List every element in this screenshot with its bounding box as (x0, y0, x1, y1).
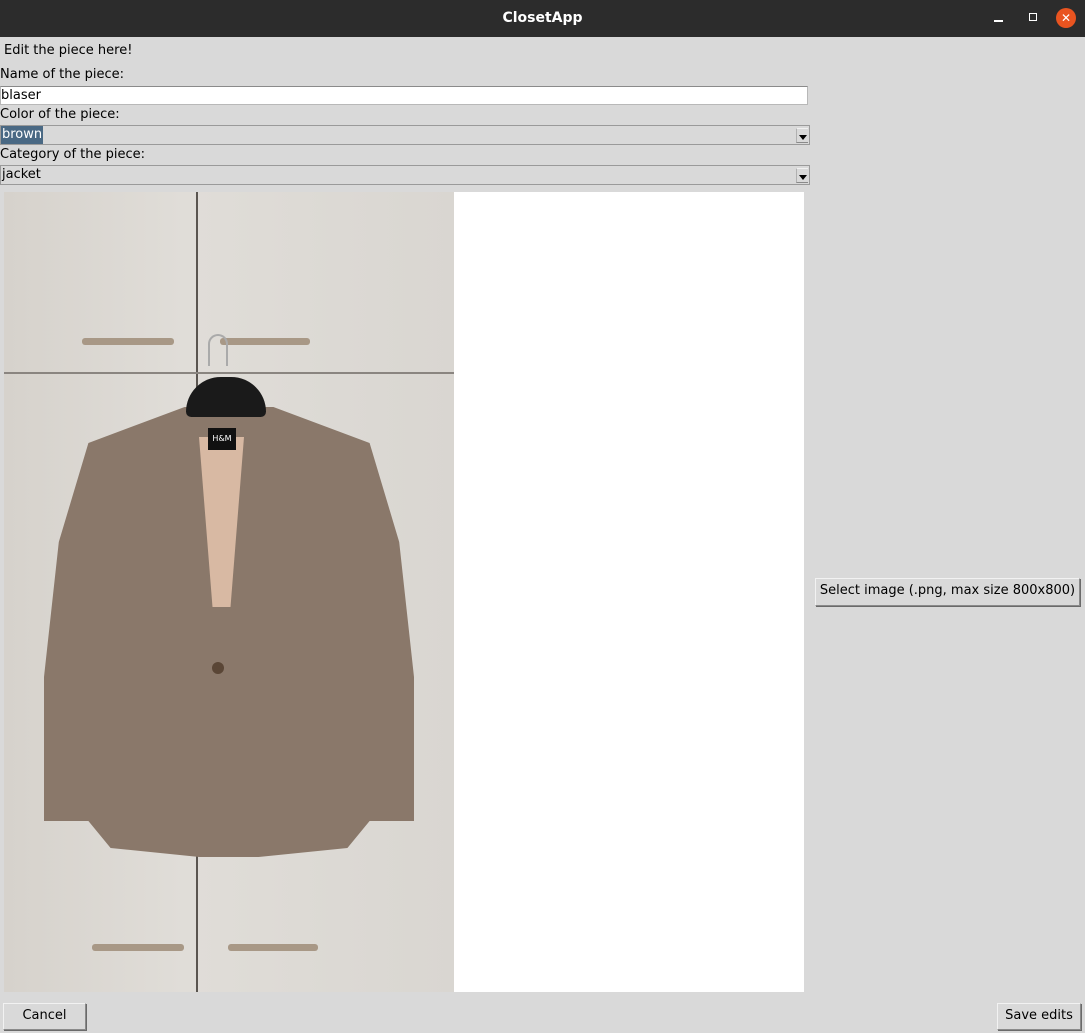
minimize-icon[interactable] (988, 7, 1010, 29)
close-icon[interactable]: ✕ (1056, 8, 1076, 28)
save-button[interactable]: Save edits (997, 1003, 1081, 1030)
color-dropdown[interactable]: brown (0, 125, 810, 145)
maximize-icon[interactable] (1022, 7, 1044, 29)
cabinet-handle (220, 338, 310, 345)
category-selected-value: jacket (2, 167, 41, 182)
category-label: Category of the piece: (0, 147, 146, 162)
cabinet-handle (92, 944, 184, 951)
select-image-button[interactable]: Select image (.png, max size 800x800) (815, 578, 1080, 606)
name-field[interactable]: blaser (0, 86, 808, 105)
cancel-button[interactable]: Cancel (3, 1003, 86, 1030)
door-edge (4, 372, 454, 374)
hanger-hook (208, 334, 228, 366)
category-dropdown[interactable]: jacket (0, 165, 810, 185)
hanger (186, 377, 266, 417)
title-bar: ClosetApp ✕ (0, 0, 1085, 37)
chevron-down-icon[interactable] (796, 168, 808, 183)
chevron-down-icon[interactable] (796, 128, 808, 143)
image-canvas: H&M (4, 192, 804, 992)
cabinet-handle (82, 338, 174, 345)
brand-tag: H&M (208, 428, 236, 450)
piece-photo: H&M (4, 192, 454, 992)
color-label: Color of the piece: (0, 107, 120, 122)
form-heading: Edit the piece here! (4, 43, 133, 58)
jacket-button (212, 662, 224, 674)
name-label: Name of the piece: (0, 67, 125, 82)
cabinet-handle (228, 944, 318, 951)
color-selected-value: brown (1, 126, 44, 144)
window-title: ClosetApp (502, 10, 583, 26)
